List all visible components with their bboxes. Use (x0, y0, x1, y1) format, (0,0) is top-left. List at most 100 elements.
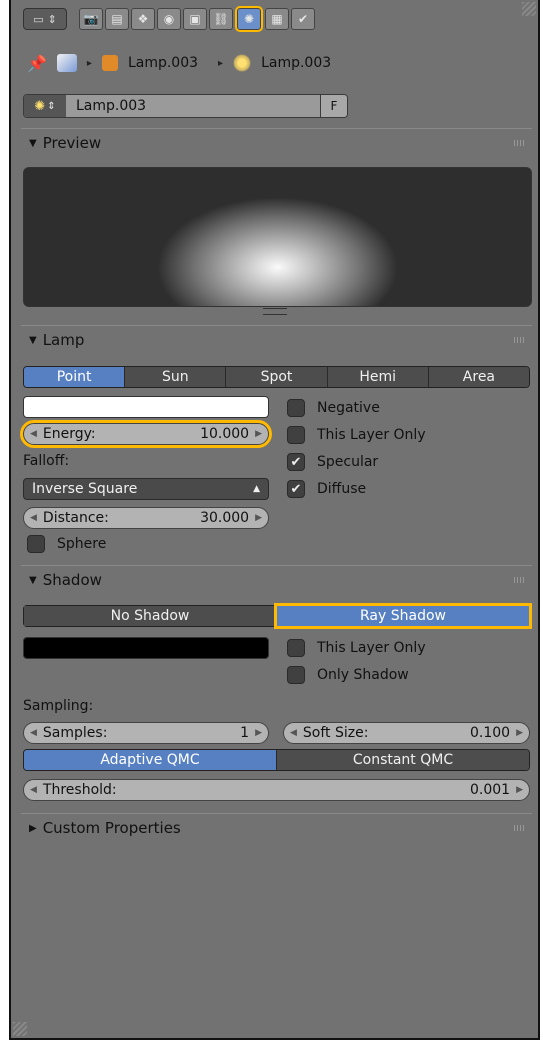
lamp-preview (23, 167, 532, 307)
soft-size-field[interactable]: ◀ Soft Size: 0.100 ▶ (283, 722, 530, 744)
sphere-checkbox[interactable] (27, 535, 45, 553)
camera-icon: 📷 (83, 12, 99, 26)
chevron-updown-icon: ⇕ (47, 100, 56, 112)
render-layers-tab[interactable]: ▤ (105, 8, 129, 30)
energy-label: Energy: (42, 426, 96, 442)
negative-checkbox-row[interactable]: Negative (287, 397, 380, 419)
threshold-field[interactable]: ◀ Threshold: 0.001 ▶ (23, 779, 530, 801)
custom-properties-panel-header[interactable]: ▶ Custom Properties (21, 813, 532, 842)
diffuse-label: Diffuse (317, 481, 367, 497)
shadow-this-layer-only-checkbox[interactable] (287, 639, 305, 657)
shadow-this-layer-only-row[interactable]: This Layer Only (287, 637, 426, 659)
breadcrumb: 📌 ▸ Lamp.003 ▸ Lamp.003 (27, 50, 331, 76)
energy-field[interactable]: ◀ Energy: 10.000 ▶ (20, 420, 272, 448)
only-shadow-checkbox[interactable] (287, 666, 305, 684)
sphere-checkbox-row[interactable]: Sphere (27, 533, 106, 555)
qmc-mode-selector: Adaptive QMC Constant QMC (23, 749, 530, 771)
arrow-right-icon[interactable]: ▶ (516, 728, 523, 738)
properties-editor-icon: ▭ (33, 12, 44, 26)
lamp-type-spot[interactable]: Spot (226, 367, 328, 387)
shadow-color-swatch[interactable] (23, 637, 269, 659)
lamp-data-tab[interactable]: ✺ (235, 6, 263, 32)
negative-label: Negative (317, 400, 380, 416)
world-tab[interactable]: ◉ (157, 8, 181, 30)
arrow-left-icon[interactable]: ◀ (30, 785, 37, 795)
lamp-datablock-field[interactable]: ✺ ⇕ Lamp.003 F (23, 94, 348, 118)
specular-checkbox[interactable]: ✔ (287, 453, 305, 471)
fake-user-button[interactable]: F (320, 95, 347, 117)
shadow-panel-header[interactable]: ▼ Shadow (21, 565, 532, 594)
lamp-panel-header[interactable]: ▼ Lamp (21, 325, 532, 354)
no-shadow-button[interactable]: No Shadow (24, 606, 277, 626)
datablock-name[interactable]: Lamp.003 (66, 98, 320, 114)
specular-checkbox-row[interactable]: ✔ Specular (287, 451, 378, 473)
falloff-dropdown[interactable]: Inverse Square ▲ (23, 478, 269, 500)
arrow-right-icon[interactable]: ▶ (255, 513, 262, 523)
lamp-type-sun[interactable]: Sun (125, 367, 227, 387)
datablock-browse-button[interactable]: ✺ ⇕ (24, 95, 66, 117)
distance-field[interactable]: ◀ Distance: 30.000 ▶ (23, 507, 269, 529)
chevron-right-icon: ▸ (218, 57, 224, 69)
chevron-updown-icon: ▲ (253, 484, 260, 494)
editor-type-button[interactable]: ▭ ⇕ (23, 8, 67, 30)
soft-size-value: 0.100 (469, 725, 511, 741)
breadcrumb-object: Lamp.003 (127, 55, 199, 71)
breadcrumb-lamp-data: Lamp.003 (261, 55, 332, 71)
constraints-tab[interactable]: ⛓ (209, 8, 233, 30)
render-tab[interactable]: 📷 (79, 8, 103, 30)
area-split-corner[interactable] (522, 2, 536, 16)
arrow-right-icon[interactable]: ▶ (255, 728, 262, 738)
arrow-left-icon[interactable]: ◀ (30, 513, 37, 523)
texture-tab[interactable]: ▦ (265, 8, 289, 30)
properties-tab-bar: ▭ ⇕ 📷 ▤ ❖ ◉ ▣ ⛓ ✺ ▦ ✔ (11, 0, 538, 40)
lamp-icon: ✺ (34, 98, 46, 114)
arrow-left-icon[interactable]: ◀ (290, 728, 297, 738)
lamp-type-area[interactable]: Area (428, 367, 529, 387)
arrow-left-icon[interactable]: ◀ (30, 429, 37, 439)
lamp-color-swatch[interactable] (23, 396, 269, 418)
lamp-type-point[interactable]: Point (24, 367, 126, 387)
scene-icon: ❖ (137, 12, 149, 26)
preview-panel-title: Preview (42, 134, 102, 152)
diffuse-checkbox-row[interactable]: ✔ Diffuse (287, 478, 366, 500)
negative-checkbox[interactable] (287, 399, 305, 417)
render-layers-icon: ▤ (111, 12, 123, 26)
checkmark-icon: ✔ (290, 454, 302, 470)
constant-qmc-button[interactable]: Constant QMC (277, 750, 529, 770)
lamp-type-hemi[interactable]: Hemi (327, 367, 429, 387)
pin-icon[interactable]: 📌 (27, 54, 47, 73)
chevron-right-icon: ▸ (86, 57, 92, 69)
this-layer-only-label: This Layer Only (317, 427, 426, 443)
custom-properties-title: Custom Properties (42, 819, 181, 837)
shadow-panel-title: Shadow (42, 571, 102, 589)
arrow-right-icon[interactable]: ▶ (516, 785, 523, 795)
drag-grip-icon[interactable] (514, 825, 526, 831)
drag-grip-icon[interactable] (514, 140, 526, 146)
object-tab[interactable]: ▣ (183, 8, 207, 30)
preview-resize-handle[interactable] (263, 308, 287, 315)
arrow-left-icon[interactable]: ◀ (30, 728, 37, 738)
drag-grip-icon[interactable] (514, 577, 526, 583)
only-shadow-row[interactable]: Only Shadow (287, 664, 409, 686)
checkmark-icon: ✔ (290, 481, 302, 497)
drag-grip-icon[interactable] (514, 337, 526, 343)
ray-shadow-button[interactable]: Ray Shadow (274, 603, 532, 629)
diffuse-checkbox[interactable]: ✔ (287, 480, 305, 498)
arrow-right-icon[interactable]: ▶ (255, 429, 262, 439)
this-layer-only-checkbox-row[interactable]: This Layer Only (287, 424, 426, 446)
samples-field[interactable]: ◀ Samples: 1 ▶ (23, 722, 269, 744)
preview-panel-header[interactable]: ▼ Preview (21, 128, 532, 157)
physics-icon: ✔ (297, 12, 309, 26)
physics-tab[interactable]: ✔ (291, 8, 315, 30)
triangle-right-icon: ▶ (29, 822, 37, 834)
chevron-updown-icon: ⇕ (47, 12, 57, 26)
energy-value: 10.000 (200, 426, 250, 442)
world-icon: ◉ (163, 12, 175, 26)
samples-value: 1 (240, 725, 250, 741)
adaptive-qmc-button[interactable]: Adaptive QMC (24, 750, 277, 770)
scene-tab[interactable]: ❖ (131, 8, 155, 30)
threshold-label: Threshold: (42, 782, 117, 798)
object-icon: ▣ (189, 12, 201, 26)
this-layer-only-checkbox[interactable] (287, 426, 305, 444)
area-split-corner[interactable] (13, 1022, 27, 1036)
